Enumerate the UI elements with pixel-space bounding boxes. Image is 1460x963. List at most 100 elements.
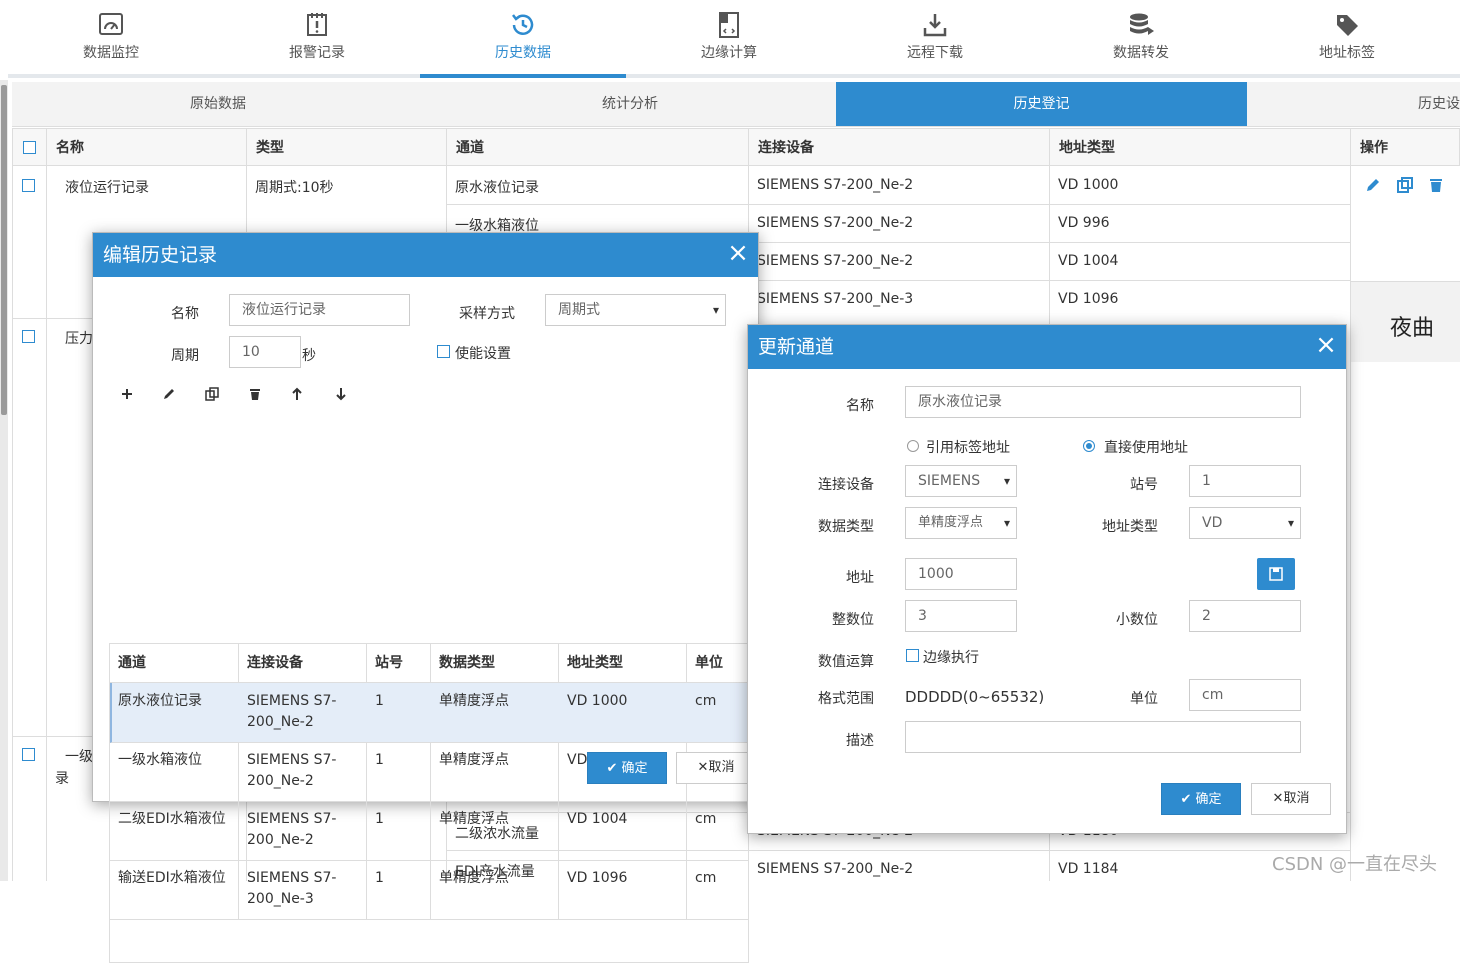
nav-item-alarm-record[interactable]: 报警记录 [214, 0, 420, 78]
scrollbar-thumb[interactable] [1, 85, 7, 415]
tab-statistics[interactable]: 统计分析 [424, 82, 836, 126]
database-forward-icon [1130, 13, 1154, 35]
cell-station: 1 [375, 870, 384, 886]
confirm-button[interactable]: ✔ 确定 [587, 752, 667, 784]
address-input[interactable]: 1000 [905, 558, 1017, 590]
address-type-label: 地址类型 [1102, 519, 1158, 535]
decimal-digits-input[interactable]: 2 [1189, 600, 1301, 632]
nav-label: 数据监控 [83, 45, 139, 61]
data-type-select[interactable]: 单精度浮点 [905, 507, 1017, 539]
station-input[interactable]: 1 [1189, 465, 1301, 497]
row-checkbox[interactable] [22, 748, 35, 761]
edit-icon[interactable] [1365, 177, 1381, 193]
close-icon[interactable]: × [1314, 332, 1338, 358]
cell-station: 1 [375, 693, 384, 709]
name-input[interactable]: 原水液位记录 [905, 386, 1301, 418]
row-address: VD 1004 [1058, 253, 1119, 269]
unit-input[interactable]: cm [1189, 679, 1301, 711]
col-type: 类型 [256, 140, 284, 156]
update-channel-dialog: 更新通道 × 名称 原水液位记录 引用标签地址 直接使用地址 连接设备 SIEM… [747, 324, 1347, 834]
save-address-button[interactable] [1257, 558, 1295, 590]
tab-history-register[interactable]: 历史登记 [836, 82, 1247, 126]
radio-tag-address[interactable] [907, 440, 919, 452]
cancel-button[interactable]: ✕取消 [676, 752, 756, 784]
period-unit: 秒 [302, 348, 316, 364]
col-data-type: 数据类型 [439, 655, 495, 671]
delete-icon[interactable] [1428, 177, 1444, 193]
nav-item-data-monitor[interactable]: 数据监控 [8, 0, 214, 78]
nav-item-remote-download[interactable]: 远程下载 [832, 0, 1038, 78]
address-type-value: VD [1202, 515, 1223, 531]
nav-item-data-forward[interactable]: 数据转发 [1038, 0, 1244, 78]
row-address: VD 1184 [1058, 861, 1119, 877]
integer-digits-label: 整数位 [832, 612, 874, 628]
arrow-up-icon[interactable] [289, 386, 305, 402]
tag-icon [1337, 15, 1358, 36]
radio-direct-address[interactable] [1083, 440, 1095, 452]
edge-exec-checkbox[interactable] [906, 649, 919, 662]
col-actions: 操作 [1360, 140, 1388, 156]
row-name: 一级 [65, 749, 93, 765]
col-name: 名称 [56, 140, 84, 156]
close-icon[interactable]: × [726, 240, 750, 266]
table-row[interactable]: 输送EDI水箱液位 SIEMENS S7-200_Ne-3 1 单精度浮点 VD… [110, 860, 748, 920]
device-value: SIEMENS [918, 473, 981, 489]
nav-label: 报警记录 [289, 45, 345, 61]
cell-unit: cm [695, 811, 717, 827]
cancel-button[interactable]: ✕取消 [1251, 783, 1331, 815]
enable-checkbox[interactable] [437, 345, 450, 358]
copy-icon[interactable] [1397, 177, 1413, 193]
select-all-checkbox[interactable] [23, 141, 36, 154]
nav-item-history-data[interactable]: 历史数据 [420, 0, 626, 78]
edit-icon[interactable] [161, 386, 177, 402]
period-input[interactable]: 10 [229, 336, 301, 368]
row-address: VD 1000 [1058, 177, 1119, 193]
col-station: 站号 [375, 655, 403, 671]
calc-label: 数值运算 [818, 654, 874, 670]
row-channel: 原水液位记录 [455, 180, 539, 196]
col-address-type: 地址类型 [1059, 140, 1115, 156]
nav-item-edge-compute[interactable]: 边缘计算 [626, 0, 832, 78]
delete-icon[interactable] [247, 386, 263, 402]
row-type: 周期式:10秒 [255, 180, 334, 196]
nav-label: 地址标签 [1319, 45, 1375, 61]
desc-input[interactable] [905, 721, 1301, 753]
table-row[interactable]: 原水液位记录 SIEMENS S7-200_Ne-2 1 单精度浮点 VD 10… [110, 683, 748, 743]
cell-device: SIEMENS S7-200_Ne-2 [247, 693, 337, 730]
address-type-select[interactable]: VD [1189, 507, 1301, 539]
tab-raw-data[interactable]: 原始数据 [12, 82, 424, 126]
row-checkbox[interactable] [22, 330, 35, 343]
arrow-down-icon[interactable] [333, 386, 349, 402]
history-icon [512, 14, 534, 35]
col-device: 连接设备 [758, 140, 814, 156]
copy-icon[interactable] [204, 386, 220, 402]
sub-tabs: 原始数据 统计分析 历史登记 历史设 [12, 82, 1460, 127]
confirm-label: 确定 [1195, 792, 1222, 807]
confirm-label: 确定 [621, 761, 648, 776]
confirm-button[interactable]: ✔ 确定 [1161, 783, 1241, 815]
row-device: SIEMENS S7-200_Ne-2 [757, 215, 914, 231]
cell-unit: cm [695, 693, 717, 709]
device-select[interactable]: SIEMENS [905, 465, 1017, 497]
row-checkbox[interactable] [22, 179, 35, 192]
cell-station: 1 [375, 811, 384, 827]
unit-label: 单位 [1130, 691, 1158, 707]
cell-channel: 一级水箱液位 [118, 752, 202, 768]
name-input[interactable]: 液位运行记录 [229, 294, 410, 326]
cell-address: VD 1096 [567, 870, 628, 886]
add-icon[interactable] [119, 386, 135, 402]
desc-label: 描述 [846, 733, 874, 749]
cell-address: VD 1000 [567, 693, 628, 709]
dialog-title: 更新通道 [748, 325, 1346, 369]
cancel-label: 取消 [1283, 791, 1310, 806]
row-name-wrap: 录 [55, 771, 69, 787]
save-icon [1269, 567, 1283, 581]
page-scrollbar[interactable] [0, 80, 8, 881]
col-address-type: 地址类型 [567, 655, 623, 671]
sampling-select[interactable]: 周期式 [545, 294, 726, 326]
integer-digits-input[interactable]: 3 [905, 600, 1017, 632]
table-row[interactable]: 二级EDI水箱液位 SIEMENS S7-200_Ne-2 1 单精度浮点 VD… [110, 801, 748, 861]
cancel-label: 取消 [708, 760, 735, 775]
tab-history-settings[interactable]: 历史设 [1248, 82, 1460, 126]
nav-item-address-tag[interactable]: 地址标签 [1244, 0, 1450, 78]
